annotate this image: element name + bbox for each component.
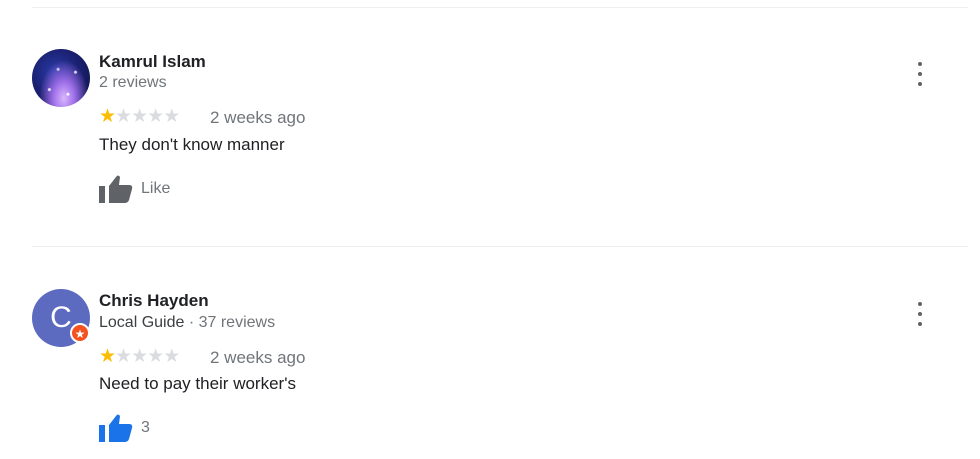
review-count: 37 reviews: [198, 314, 276, 331]
star-rating: ★★★★★: [99, 346, 180, 367]
review-text: They don't know manner: [99, 135, 285, 154]
like-label: Like: [141, 180, 171, 197]
star-empty-icon: ★: [147, 346, 164, 367]
star-empty-icon: ★: [131, 346, 148, 367]
review-date: 2 weeks ago: [210, 108, 306, 127]
like-count: 3: [141, 419, 150, 436]
review-date: 2 weeks ago: [210, 348, 306, 367]
meta-separator: ·: [184, 314, 199, 331]
star-empty-icon: ★: [163, 106, 180, 127]
review-text: Need to pay their worker's: [99, 374, 296, 393]
star-empty-icon: ★: [115, 106, 132, 127]
like-button[interactable]: Like: [99, 174, 170, 204]
star-filled-icon: ★: [99, 106, 116, 127]
top-divider: [32, 7, 968, 8]
star-rating: ★★★★★: [99, 106, 180, 127]
reviewer-name[interactable]: Kamrul Islam: [99, 52, 206, 72]
like-button[interactable]: 3: [99, 413, 150, 443]
star-empty-icon: ★: [115, 346, 132, 367]
reviewer-name[interactable]: Chris Hayden: [99, 291, 209, 311]
more-options-icon[interactable]: [910, 62, 930, 86]
more-options-icon[interactable]: [910, 302, 930, 326]
reviewer-meta: Local Guide · 37 reviews: [99, 314, 275, 332]
star-empty-icon: ★: [163, 346, 180, 367]
local-guide-label: Local Guide: [99, 314, 185, 331]
avatar[interactable]: [32, 49, 90, 107]
star-empty-icon: ★: [131, 106, 148, 127]
thumbs-up-icon: [99, 175, 133, 203]
reviewer-meta: 2 reviews: [99, 74, 167, 92]
local-guide-star-icon: ★: [70, 323, 90, 343]
thumbs-up-icon: [99, 414, 133, 442]
star-filled-icon: ★: [99, 346, 116, 367]
review-divider: [32, 246, 968, 247]
review-count: 2 reviews: [99, 74, 167, 91]
star-empty-icon: ★: [147, 106, 164, 127]
